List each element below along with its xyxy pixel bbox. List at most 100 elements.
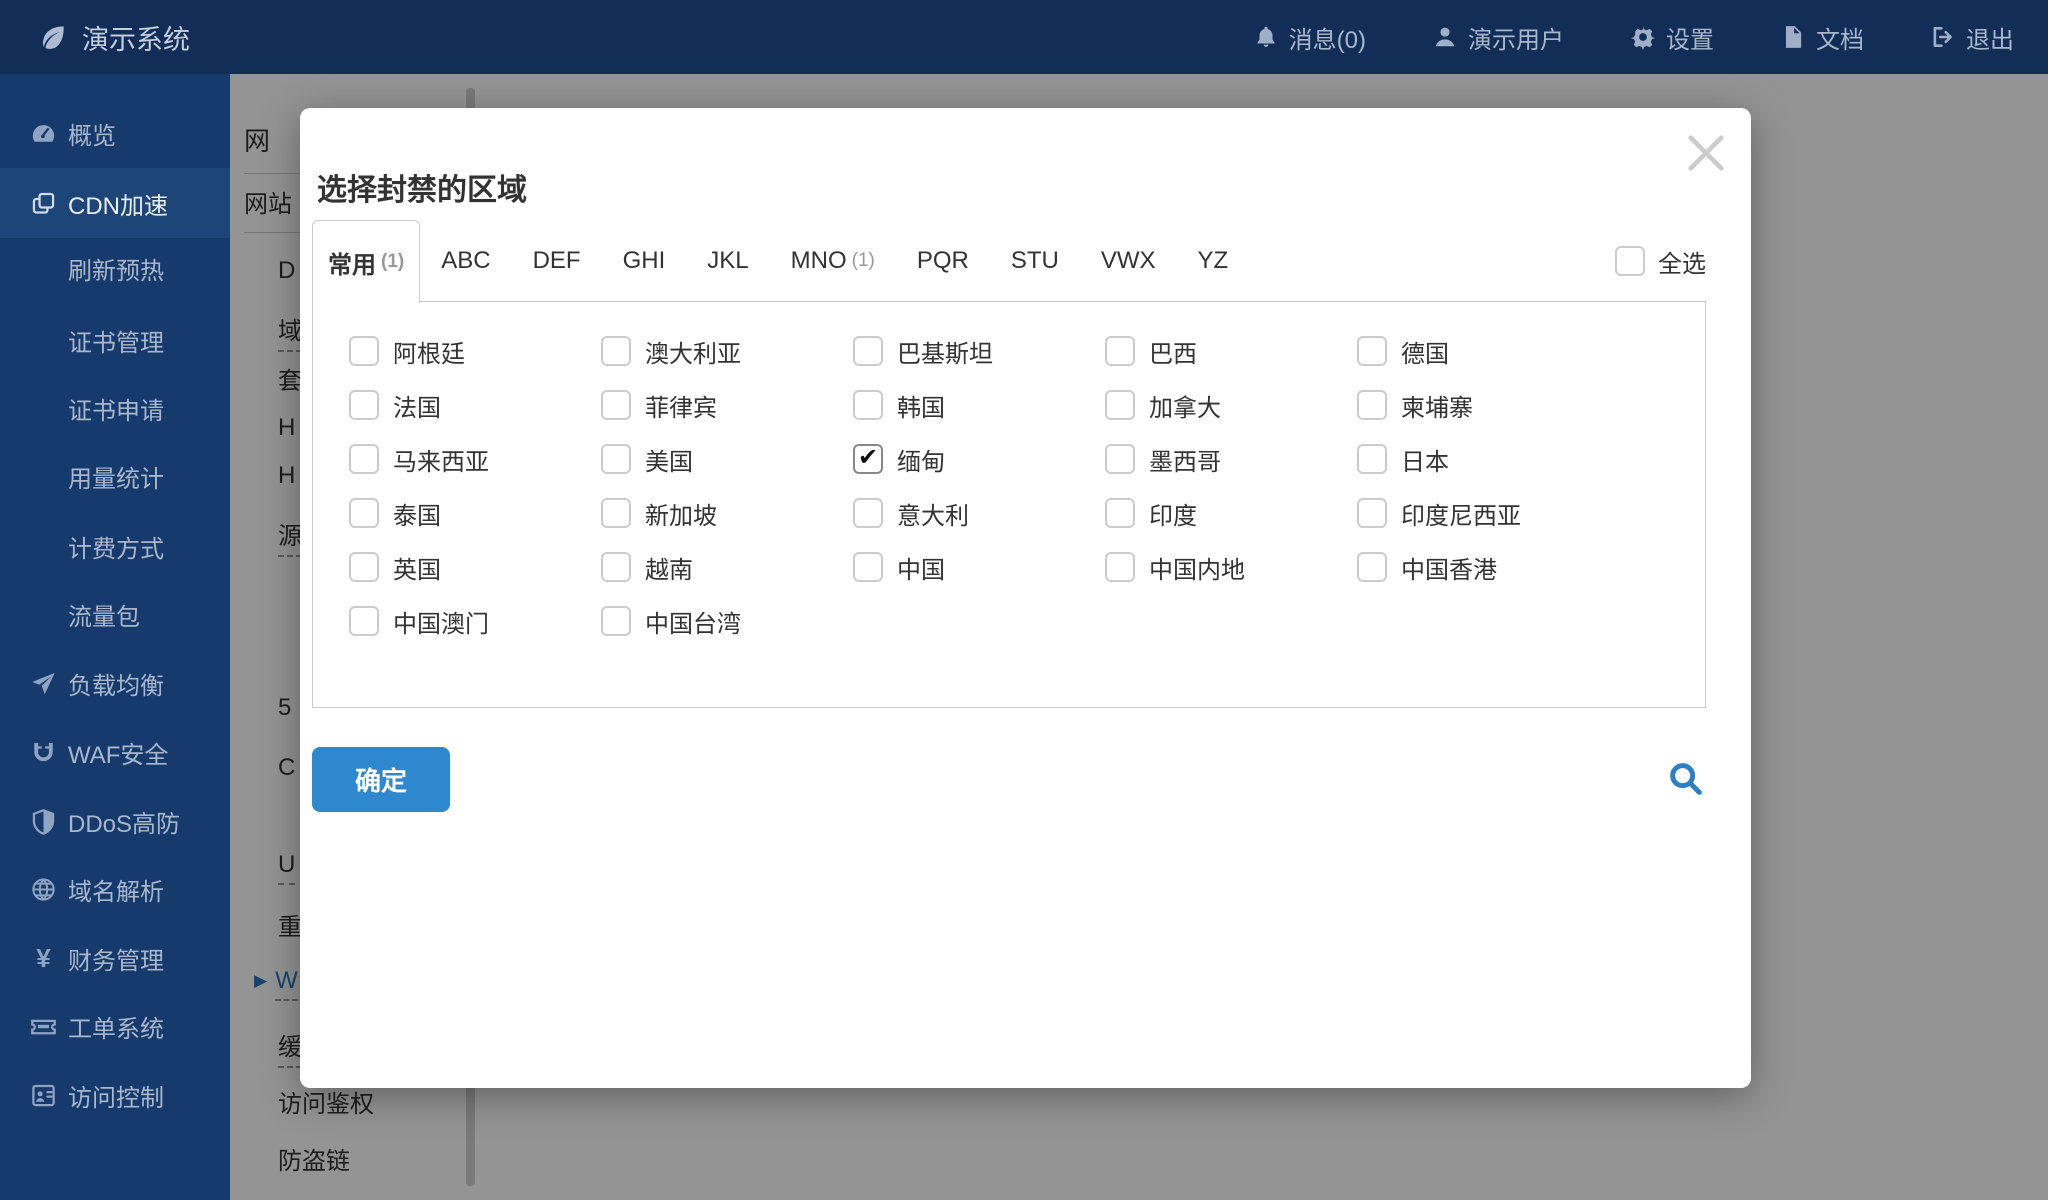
region-checkbox-新加坡[interactable]: 新加坡 xyxy=(601,496,853,531)
region-checkbox-巴西[interactable]: 巴西 xyxy=(1105,334,1357,369)
select-all-box[interactable] xyxy=(1615,246,1645,276)
region-checkbox-德国[interactable]: 德国 xyxy=(1357,334,1609,369)
sidebar-item-CDN加速[interactable]: CDN加速 xyxy=(0,168,230,238)
checkbox-box[interactable] xyxy=(1105,390,1135,420)
nav-messages[interactable]: 消息(0) xyxy=(1253,20,1366,55)
region-checkbox-法国[interactable]: 法国 xyxy=(349,388,601,423)
sidebar-item-财务管理[interactable]: ¥财务管理 xyxy=(0,932,230,984)
navbar-menu: 消息(0) 演示用户 设置 文档 退出 xyxy=(1253,20,2048,55)
checkbox-box[interactable] xyxy=(1105,444,1135,474)
sidebar-item-WAF安全[interactable]: WAF安全 xyxy=(0,726,230,778)
region-checkbox-马来西亚[interactable]: 马来西亚 xyxy=(349,442,601,477)
checkbox-box[interactable] xyxy=(601,444,631,474)
checkbox-box[interactable] xyxy=(853,390,883,420)
sidebar-item-域名解析[interactable]: 域名解析 xyxy=(0,863,230,915)
region-label: 英国 xyxy=(393,550,441,585)
checkbox-box[interactable] xyxy=(601,552,631,582)
tab-PQR[interactable]: PQR xyxy=(896,220,990,302)
tab-VWX[interactable]: VWX xyxy=(1080,220,1177,302)
region-checkbox-印度[interactable]: 印度 xyxy=(1105,496,1357,531)
region-checkbox-巴基斯坦[interactable]: 巴基斯坦 xyxy=(853,334,1105,369)
region-checkbox-澳大利亚[interactable]: 澳大利亚 xyxy=(601,334,853,369)
sidebar-item-计费方式[interactable]: 计费方式 xyxy=(0,520,230,572)
nav-logout[interactable]: 退出 xyxy=(1930,20,2014,55)
checkbox-box[interactable] xyxy=(601,336,631,366)
checkbox-box[interactable] xyxy=(853,336,883,366)
region-checkbox-墨西哥[interactable]: 墨西哥 xyxy=(1105,442,1357,477)
region-checkbox-日本[interactable]: 日本 xyxy=(1357,442,1609,477)
sidebar-item-label: 流量包 xyxy=(68,597,140,632)
confirm-button[interactable]: 确定 xyxy=(312,747,450,812)
region-checkbox-越南[interactable]: 越南 xyxy=(601,550,853,585)
nav-settings-label: 设置 xyxy=(1666,20,1714,55)
checkbox-box[interactable] xyxy=(349,606,379,636)
nav-user[interactable]: 演示用户 xyxy=(1432,20,1564,55)
sidebar-item-工单系统[interactable]: 工单系统 xyxy=(0,1000,230,1052)
region-checkbox-菲律宾[interactable]: 菲律宾 xyxy=(601,388,853,423)
region-checkbox-阿根廷[interactable]: 阿根廷 xyxy=(349,334,601,369)
checkbox-box[interactable] xyxy=(349,552,379,582)
region-checkbox-中国台湾[interactable]: 中国台湾 xyxy=(601,604,853,639)
region-checkbox-中国香港[interactable]: 中国香港 xyxy=(1357,550,1609,585)
tab-ABC[interactable]: ABC xyxy=(420,220,511,302)
sidebar-item-label: 用量统计 xyxy=(68,459,164,494)
region-checkbox-grid: 阿根廷 澳大利亚巴基斯坦巴西德国法国菲律宾韩国加拿大柬埔寨马来西亚美国缅甸墨西哥日… xyxy=(312,301,1706,708)
tab-GHI[interactable]: GHI xyxy=(602,220,687,302)
region-label: 意大利 xyxy=(897,496,969,531)
region-checkbox-印度尼西亚[interactable]: 印度尼西亚 xyxy=(1357,496,1609,531)
checkbox-box[interactable] xyxy=(1357,552,1387,582)
sidebar-item-用量统计[interactable]: 用量统计 xyxy=(0,450,230,502)
sidebar-item-证书管理[interactable]: 证书管理 xyxy=(0,314,230,366)
checkbox-box[interactable] xyxy=(601,606,631,636)
region-checkbox-泰国[interactable]: 泰国 xyxy=(349,496,601,531)
tab-STU[interactable]: STU xyxy=(990,220,1080,302)
checkbox-box[interactable] xyxy=(1105,552,1135,582)
region-checkbox-中国[interactable]: 中国 xyxy=(853,550,1105,585)
checkbox-box[interactable] xyxy=(601,390,631,420)
close-icon[interactable] xyxy=(1683,130,1729,176)
sidebar-item-DDoS高防[interactable]: DDoS高防 xyxy=(0,795,230,847)
sidebar-item-访问控制[interactable]: 访问控制 xyxy=(0,1069,230,1121)
tab-常用[interactable]: 常用(1) xyxy=(312,220,420,303)
checkbox-box[interactable] xyxy=(1105,336,1135,366)
tab-MNO[interactable]: MNO(1) xyxy=(770,220,896,302)
select-all-checkbox[interactable]: 全选 xyxy=(1615,220,1706,302)
region-label: 阿根廷 xyxy=(393,334,465,369)
tab-JKL[interactable]: JKL xyxy=(686,220,769,302)
sidebar-item-负载均衡[interactable]: 负载均衡 xyxy=(0,657,230,709)
checkbox-box[interactable] xyxy=(1357,336,1387,366)
checkbox-box[interactable] xyxy=(349,498,379,528)
region-checkbox-中国澳门[interactable]: 中国澳门 xyxy=(349,604,601,639)
checkbox-box[interactable] xyxy=(853,552,883,582)
tab-DEF[interactable]: DEF xyxy=(512,220,602,302)
region-label: 中国内地 xyxy=(1149,550,1245,585)
region-checkbox-意大利[interactable]: 意大利 xyxy=(853,496,1105,531)
region-checkbox-英国[interactable]: 英国 xyxy=(349,550,601,585)
checkbox-box[interactable] xyxy=(349,336,379,366)
sidebar-item-label: 概览 xyxy=(68,116,116,151)
region-checkbox-缅甸[interactable]: 缅甸 xyxy=(853,442,1105,477)
search-icon[interactable] xyxy=(1666,759,1706,799)
checkbox-box[interactable] xyxy=(349,390,379,420)
nav-docs[interactable]: 文档 xyxy=(1780,20,1864,55)
sidebar-item-刷新预热[interactable]: 刷新预热 xyxy=(0,242,230,294)
region-checkbox-加拿大[interactable]: 加拿大 xyxy=(1105,388,1357,423)
region-checkbox-中国内地[interactable]: 中国内地 xyxy=(1105,550,1357,585)
checkbox-box[interactable] xyxy=(853,444,883,474)
nav-settings[interactable]: 设置 xyxy=(1630,20,1714,55)
checkbox-box[interactable] xyxy=(349,444,379,474)
checkbox-box[interactable] xyxy=(1357,444,1387,474)
tab-YZ[interactable]: YZ xyxy=(1177,220,1250,302)
region-checkbox-韩国[interactable]: 韩国 xyxy=(853,388,1105,423)
region-checkbox-柬埔寨[interactable]: 柬埔寨 xyxy=(1357,388,1609,423)
checkbox-box[interactable] xyxy=(1105,498,1135,528)
sidebar-item-概览[interactable]: 概览 xyxy=(0,107,230,159)
checkbox-box[interactable] xyxy=(601,498,631,528)
sidebar-item-流量包[interactable]: 流量包 xyxy=(0,588,230,640)
region-checkbox-美国[interactable]: 美国 xyxy=(601,442,853,477)
checkbox-box[interactable] xyxy=(1357,390,1387,420)
sidebar-item-证书申请[interactable]: 证书申请 xyxy=(0,382,230,434)
checkbox-box[interactable] xyxy=(1357,498,1387,528)
checkbox-box[interactable] xyxy=(853,498,883,528)
brand[interactable]: 演示系统 xyxy=(0,18,190,57)
